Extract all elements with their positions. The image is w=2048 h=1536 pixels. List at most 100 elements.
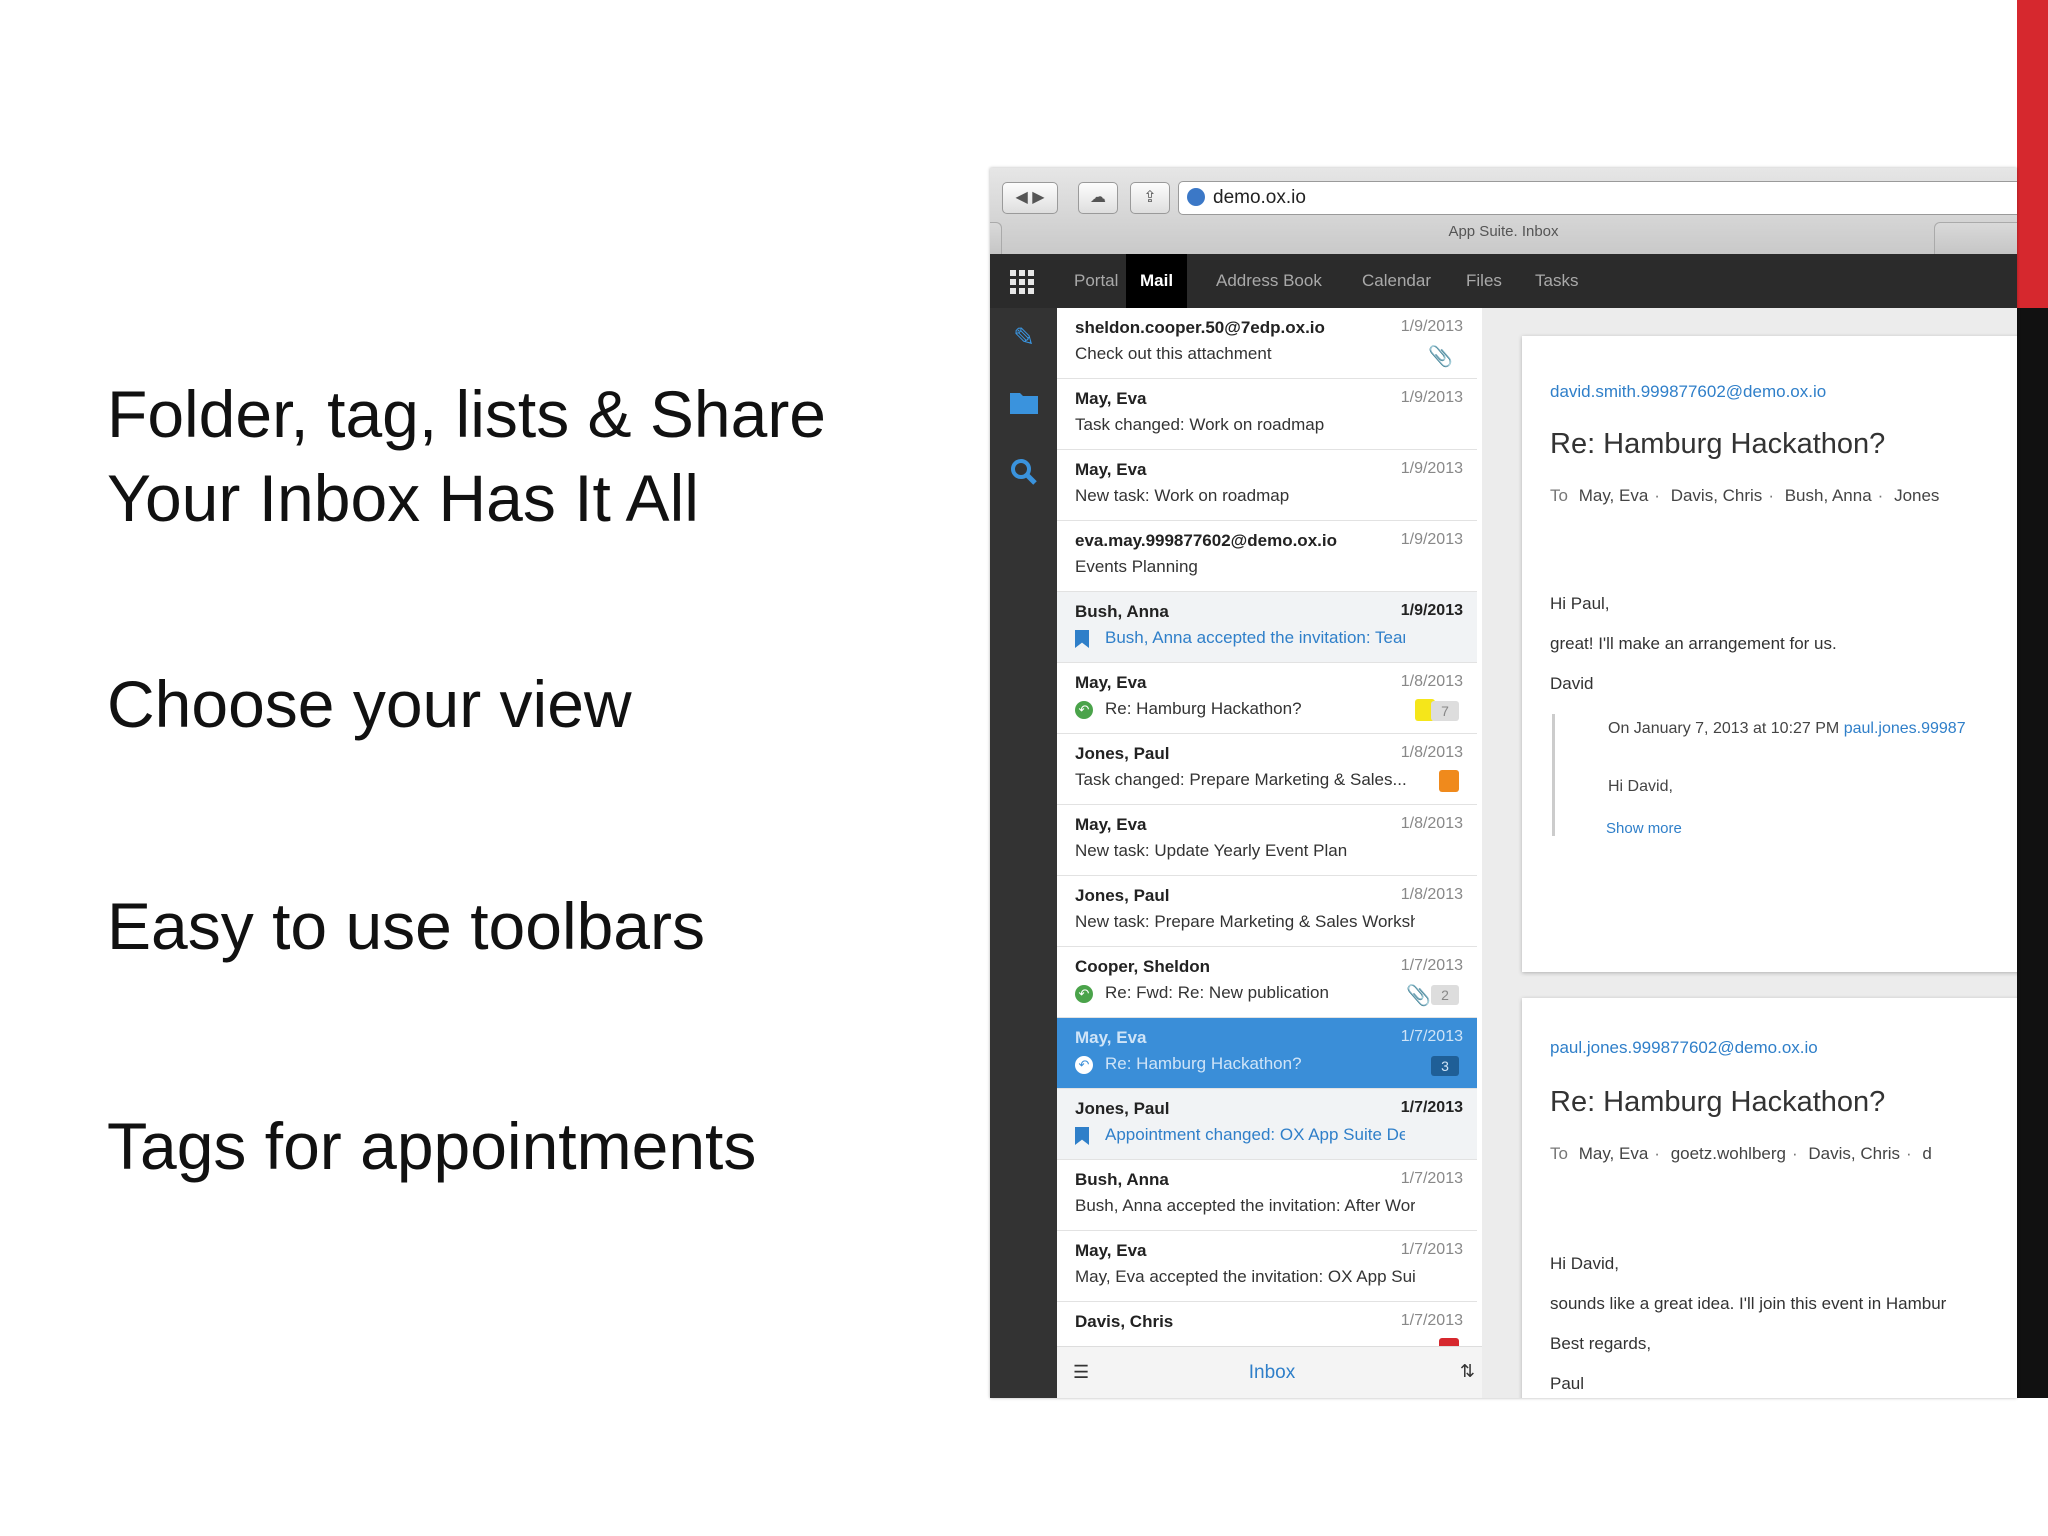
- mail-list-item[interactable]: Jones, Paul 1/8/2013 Task changed: Prepare…: [1057, 734, 1477, 805]
- mail-list-item[interactable]: eva.may.999877602@demo.ox.io 1/9/2013 Even…: [1057, 521, 1477, 592]
- recipient[interactable]: d: [1922, 1144, 1931, 1163]
- color-tag-icon: [1439, 770, 1459, 792]
- message-body-line: Paul: [1550, 1374, 1585, 1393]
- flag-icon: [1075, 630, 1089, 648]
- mail-list-item[interactable]: May, Eva 1/7/2013 May, Eva accepted the in…: [1057, 1231, 1477, 1302]
- mail-list-item[interactable]: Jones, Paul 1/8/2013 New task: Prepare Mar…: [1057, 876, 1477, 947]
- attachment-icon: 📎: [1428, 346, 1453, 368]
- mail-list-item[interactable]: Bush, Anna 1/9/2013 Bush, Anna accepted th…: [1057, 592, 1477, 663]
- show-more-link[interactable]: Show more: [1606, 820, 1682, 837]
- forward-arrow-icon[interactable]: ▶: [1032, 189, 1044, 206]
- slide-heading-line-1: Folder, tag, lists & Share: [107, 377, 827, 451]
- recipient[interactable]: May, Eva: [1579, 486, 1649, 505]
- mail-subject: New task: Update Yearly Event Plan: [1075, 841, 1348, 860]
- mail-subject: Re: Hamburg Hackathon?: [1105, 1054, 1302, 1073]
- mail-list-item[interactable]: May, Eva 1/8/2013 New task: Update Yearly …: [1057, 805, 1477, 876]
- mail-list-item[interactable]: May, Eva 1/8/2013 Re: Hamburg Hackathon? ↶ 7: [1057, 663, 1477, 734]
- mail-sender: Jones, Paul: [1075, 1099, 1170, 1118]
- accent-bar-red: [2017, 0, 2048, 308]
- mail-sender: May, Eva: [1075, 673, 1147, 692]
- slide-heading-line-2: Your Inbox Has It All: [107, 461, 699, 535]
- url-text: demo.ox.io: [1213, 187, 1306, 208]
- recipient[interactable]: Davis, Chris: [1671, 486, 1763, 505]
- mail-list-item[interactable]: May, Eva 1/9/2013 New task: Work on roadma…: [1057, 450, 1477, 521]
- mail-date: 1/7/2013: [1400, 1241, 1463, 1258]
- mail-sender: sheldon.cooper.50@7edp.ox.io: [1075, 318, 1325, 337]
- nav-mail[interactable]: Mail: [1126, 254, 1188, 308]
- sort-icon[interactable]: ⇅: [1460, 1361, 1475, 1382]
- mail-list-item[interactable]: May, Eva 1/9/2013 Task changed: Work on ro…: [1057, 379, 1477, 450]
- message-body-line: David: [1550, 674, 1594, 693]
- message-body-line: great! I'll make an arrangement for us.: [1550, 634, 1837, 653]
- compose-icon[interactable]: ✎: [1010, 322, 1038, 352]
- message-sender[interactable]: david.smith.999877602@demo.ox.io: [1550, 382, 1826, 402]
- message-subject: Re: Hamburg Hackathon?: [1550, 1086, 1886, 1118]
- left-toolbar: ✎: [990, 308, 1057, 1398]
- mail-subject: Events Planning: [1075, 557, 1198, 576]
- url-bar[interactable]: demo.ox.io: [1178, 181, 2017, 215]
- nav-files[interactable]: Files: [1466, 254, 1502, 308]
- nav-address-book[interactable]: Address Book: [1216, 254, 1322, 308]
- mail-date: 1/8/2013: [1400, 744, 1463, 761]
- mail-subject: Task changed: Work on roadmap: [1075, 415, 1325, 434]
- mail-sender: May, Eva: [1075, 389, 1147, 408]
- recipient[interactable]: Davis, Chris: [1808, 1144, 1900, 1163]
- app-launcher-icon[interactable]: [1010, 270, 1034, 294]
- mail-date: 1/9/2013: [1400, 460, 1463, 477]
- replied-icon: ↶: [1075, 985, 1093, 1003]
- cloud-button[interactable]: ☁: [1078, 182, 1118, 214]
- mail-list-item[interactable]: May, Eva 1/7/2013 Re: Hamburg Hackathon? ↶ 3: [1057, 1018, 1477, 1089]
- mail-sender: May, Eva: [1075, 460, 1147, 479]
- current-folder-label[interactable]: Inbox: [1057, 1362, 1487, 1384]
- mail-sender: eva.may.999877602@demo.ox.io: [1075, 531, 1337, 550]
- quote-header: On January 7, 2013 at 10:27 PM paul.jone…: [1608, 720, 1966, 737]
- app-window: ◀ ▶ ☁ ⇪ demo.ox.io App Suite. Inbox Port…: [990, 168, 2017, 1398]
- quote-body: Hi David,: [1608, 778, 1673, 795]
- cloud-icon: ☁: [1090, 189, 1106, 206]
- share-icon: ⇪: [1143, 189, 1157, 206]
- bullet-choose-view: Choose your view: [107, 667, 632, 741]
- thread-count-badge: 7: [1431, 701, 1459, 721]
- nav-tasks[interactable]: Tasks: [1535, 254, 1578, 308]
- back-arrow-icon[interactable]: ◀: [1015, 189, 1027, 206]
- mail-date: 1/7/2013: [1400, 957, 1463, 974]
- reading-pane: david.smith.999877602@demo.ox.io Re: Ham…: [1482, 308, 2017, 1398]
- folder-icon[interactable]: [1010, 390, 1038, 418]
- flag-icon: [1075, 1127, 1089, 1145]
- recipient[interactable]: May, Eva: [1579, 1144, 1649, 1163]
- mail-list-footer: Inbox ☰ ⇅: [1057, 1346, 1487, 1398]
- message-sender[interactable]: paul.jones.999877602@demo.ox.io: [1550, 1038, 1818, 1058]
- quote-sender-link[interactable]: paul.jones.99987: [1844, 720, 1966, 737]
- replied-icon: ↶: [1075, 701, 1093, 719]
- mail-subject: New task: Work on roadmap: [1075, 486, 1290, 505]
- top-navigation: Portal Mail Address Book Calendar Files …: [990, 254, 2017, 308]
- back-forward-buttons[interactable]: ◀ ▶: [1002, 182, 1058, 214]
- share-button[interactable]: ⇪: [1130, 182, 1170, 214]
- nav-calendar[interactable]: Calendar: [1362, 254, 1431, 308]
- mail-list-item[interactable]: Bush, Anna 1/7/2013 Bush, Anna accepted th…: [1057, 1160, 1477, 1231]
- mail-subject: Re: Fwd: Re: New publication: [1105, 983, 1329, 1002]
- mail-sender: May, Eva: [1075, 1028, 1147, 1047]
- mail-list-item[interactable]: Jones, Paul 1/7/2013 Appointment changed: …: [1057, 1089, 1477, 1160]
- recipient[interactable]: Jones: [1894, 486, 1939, 505]
- message-body-line: sounds like a great idea. I'll join this…: [1550, 1294, 1947, 1313]
- message-card-1: david.smith.999877602@demo.ox.io Re: Ham…: [1522, 336, 2017, 972]
- mail-date: 1/7/2013: [1400, 1170, 1463, 1187]
- message-card-2: paul.jones.999877602@demo.ox.io Re: Hamb…: [1522, 998, 2017, 1398]
- mail-sender: Bush, Anna: [1075, 1170, 1169, 1189]
- tab-title[interactable]: App Suite. Inbox: [990, 223, 2017, 240]
- search-icon[interactable]: [1010, 458, 1038, 486]
- message-body-line: Best regards,: [1550, 1334, 1652, 1353]
- nav-portal[interactable]: Portal: [1074, 254, 1118, 308]
- mail-list-item[interactable]: sheldon.cooper.50@7edp.ox.io 1/9/2013 Chec…: [1057, 308, 1477, 379]
- mail-sender: Cooper, Sheldon: [1075, 957, 1211, 976]
- recipient[interactable]: Bush, Anna: [1785, 486, 1872, 505]
- mail-date: 1/7/2013: [1400, 1099, 1463, 1116]
- mail-subject: Re: Hamburg Hackathon?: [1105, 699, 1302, 718]
- mail-list-item[interactable]: Cooper, Sheldon 1/7/2013 Re: Fwd: Re: New …: [1057, 947, 1477, 1018]
- message-body-line: Hi Paul,: [1550, 594, 1610, 613]
- recipient[interactable]: goetz.wohlberg: [1671, 1144, 1786, 1163]
- thread-count-badge: 3: [1431, 1056, 1459, 1076]
- list-view-icon[interactable]: ☰: [1073, 1362, 1089, 1383]
- thread-count-badge: 2: [1431, 985, 1459, 1005]
